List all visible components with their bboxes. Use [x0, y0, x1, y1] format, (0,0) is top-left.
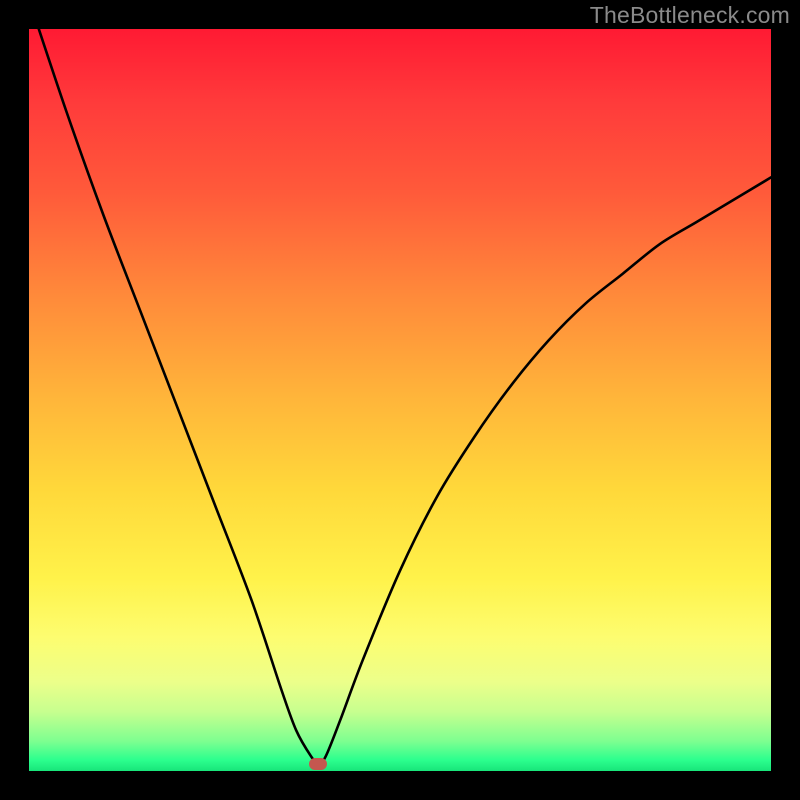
chart-frame: TheBottleneck.com [0, 0, 800, 800]
watermark-text: TheBottleneck.com [590, 2, 790, 29]
plot-area [29, 29, 771, 771]
optimum-marker [309, 758, 327, 770]
bottleneck-curve [29, 29, 771, 771]
